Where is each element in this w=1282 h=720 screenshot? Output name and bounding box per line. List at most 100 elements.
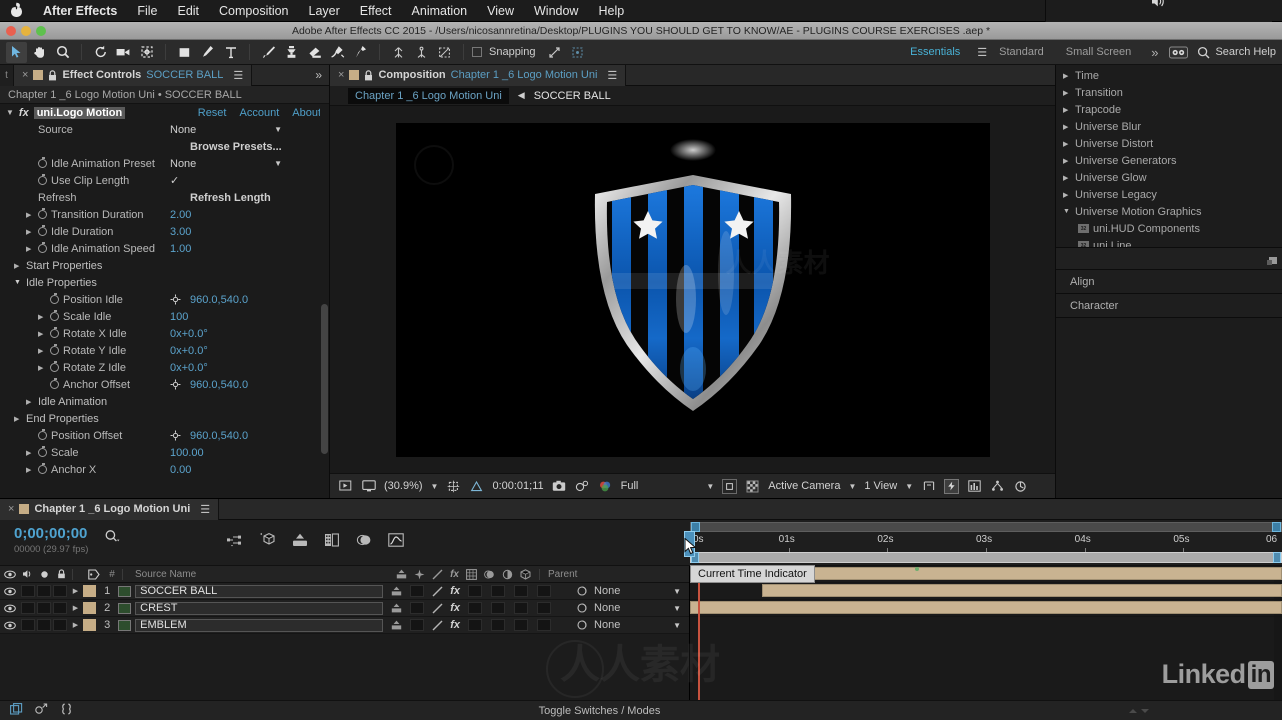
chevron-right-icon[interactable]: ▶	[68, 587, 84, 595]
shy-icon[interactable]	[396, 569, 407, 579]
close-icon[interactable]: ×	[338, 69, 344, 81]
timeline-ruler[interactable]: 0s 01s 02s 03s 04s 05s 06	[690, 520, 1282, 565]
anchor-point-icon[interactable]	[170, 430, 181, 441]
effect-property-row[interactable]: Source None ▼	[0, 121, 329, 138]
breadcrumb-parent[interactable]: Chapter 1 _6 Logo Motion Uni	[348, 87, 509, 104]
3d-toggle[interactable]	[537, 602, 552, 614]
solo-icon[interactable]	[36, 570, 52, 579]
layer-solo-toggle[interactable]	[36, 619, 51, 631]
eye-icon[interactable]	[4, 621, 16, 630]
chevron-down-icon[interactable]: ▼	[274, 125, 282, 134]
clone-stamp-tool[interactable]	[281, 42, 302, 63]
chevron-right-icon[interactable]: ▶	[68, 621, 84, 629]
work-area-bar[interactable]	[690, 552, 1282, 563]
parent-dropdown[interactable]: None ▼	[594, 602, 689, 614]
layer-audio-toggle[interactable]	[20, 619, 35, 631]
hamburger-icon[interactable]: ☰	[233, 69, 243, 82]
chevron-right-icon[interactable]: ▶	[26, 466, 34, 474]
effect-property-row[interactable]: ▼ Idle Properties	[0, 274, 329, 291]
snapping-checkbox[interactable]	[472, 47, 482, 57]
chevron-down-icon[interactable]: ▼	[6, 108, 14, 117]
current-timecode[interactable]: 0:00:01;11	[492, 480, 543, 492]
lock-icon[interactable]	[52, 569, 70, 579]
property-value[interactable]: 0x+0.0°	[170, 328, 208, 340]
search-icon[interactable]	[1197, 46, 1210, 59]
property-value[interactable]: 100.00	[170, 447, 204, 459]
chevron-down-icon[interactable]: ▼	[673, 587, 681, 596]
tab-effect-controls[interactable]: × Effect Controls SOCCER BALL ☰	[14, 64, 253, 86]
audio-icon[interactable]	[20, 569, 36, 579]
timeline-resize-handle[interactable]	[1126, 706, 1152, 716]
stopwatch-icon[interactable]	[38, 463, 47, 474]
fx-icon[interactable]: fx	[450, 602, 460, 614]
chevron-right-icon[interactable]: ▶	[14, 415, 22, 423]
effect-property-row[interactable]: ▶ Anchor X 0.00	[0, 461, 329, 478]
effect-item[interactable]: 32 uni.HUD Components	[1056, 220, 1282, 237]
lock-icon[interactable]	[48, 69, 57, 81]
collapse-toggle[interactable]	[410, 602, 425, 614]
brush-tool[interactable]	[258, 42, 279, 63]
pickwhip-icon[interactable]	[576, 585, 588, 597]
effects-tree[interactable]: ▶ Time ▶ Transition ▶ Trapcode ▶ Universe Blur ▶…	[1056, 65, 1282, 247]
workspace-overflow-icon[interactable]: »	[1143, 45, 1166, 60]
reset-link[interactable]: Reset	[198, 107, 227, 119]
effect-category[interactable]: ▶ Transition	[1056, 84, 1282, 101]
apple-icon[interactable]	[10, 3, 23, 18]
timeline-track-row[interactable]	[690, 600, 1282, 617]
view-count-value[interactable]: 1 View	[864, 480, 897, 492]
eye-icon[interactable]	[4, 604, 16, 613]
stopwatch-icon[interactable]	[38, 157, 47, 168]
comp-flowchart-icon[interactable]	[990, 479, 1005, 494]
show-snapshot-icon[interactable]	[575, 479, 590, 494]
chevron-down-icon[interactable]: ▼	[673, 621, 681, 630]
workspace-standard[interactable]: Standard	[989, 46, 1054, 58]
effect-property-row[interactable]: ▶ End Properties	[0, 410, 329, 427]
shape-tool[interactable]	[174, 42, 195, 63]
effect-name[interactable]: uni.Logo Motion	[33, 106, 126, 119]
quality-icon[interactable]	[432, 603, 443, 614]
menu-layer[interactable]: Layer	[309, 4, 340, 18]
layer-solo-toggle[interactable]	[36, 602, 51, 614]
close-icon[interactable]: ×	[22, 69, 28, 81]
chevron-right-icon[interactable]: ▶	[26, 245, 34, 253]
property-value[interactable]: 960.0,540.0	[190, 379, 248, 391]
zoom-tool[interactable]	[52, 42, 73, 63]
tab-composition[interactable]: × Composition Chapter 1 _6 Logo Motion U…	[330, 64, 627, 86]
column-index[interactable]: #	[104, 569, 120, 580]
chevron-down-icon[interactable]: ▼	[1063, 208, 1071, 215]
anchor-point-icon[interactable]	[388, 42, 409, 63]
camera-tool[interactable]	[113, 42, 134, 63]
menu-animation[interactable]: Animation	[412, 4, 468, 18]
chevron-right-icon[interactable]: ▶	[1063, 174, 1071, 182]
pixel-aspect-icon[interactable]	[921, 479, 936, 494]
layer-visibility-toggle[interactable]	[0, 587, 20, 596]
snap-grid-icon[interactable]	[567, 42, 588, 63]
shy-icon[interactable]	[391, 603, 402, 613]
property-value[interactable]: 3.00	[170, 226, 191, 238]
effect-category[interactable]: ▶ Time	[1056, 67, 1282, 84]
chevron-down-icon[interactable]: ▼	[274, 159, 282, 168]
menu-view[interactable]: View	[487, 4, 514, 18]
table-row[interactable]: ▶ 1 SOCCER BALL fx None ▼	[0, 583, 689, 600]
shy-icon[interactable]	[391, 620, 402, 630]
frame-blending-icon[interactable]	[324, 532, 340, 550]
composition-viewer[interactable]: 人人素材	[330, 106, 1055, 473]
fast-preview-icon[interactable]	[944, 478, 960, 494]
panel-overflow-icon[interactable]: »	[308, 68, 329, 82]
layer-lock-toggle[interactable]	[52, 619, 67, 631]
about-link[interactable]: About	[292, 107, 321, 119]
effect-property-row[interactable]: ▶ Idle Duration 3.00	[0, 223, 329, 240]
chevron-right-icon[interactable]: ▶	[68, 604, 84, 612]
mask-icon[interactable]	[722, 478, 738, 494]
stopwatch-icon[interactable]	[38, 174, 47, 185]
effect-property-row[interactable]: ▶ Idle Animation Speed 1.00	[0, 240, 329, 257]
adobe-cc-icon[interactable]	[1168, 42, 1189, 63]
collapse-toggle[interactable]	[410, 585, 425, 597]
resolution-dropdown-icon[interactable]: ▼	[706, 482, 714, 491]
quality-icon[interactable]	[432, 620, 443, 631]
property-value[interactable]: 0x+0.0°	[170, 362, 208, 374]
workspace-small-screen[interactable]: Small Screen	[1056, 46, 1141, 58]
property-value[interactable]: 960.0,540.0	[190, 294, 248, 306]
3d-icon[interactable]	[520, 568, 531, 580]
volume-icon[interactable]	[1151, 0, 1168, 8]
